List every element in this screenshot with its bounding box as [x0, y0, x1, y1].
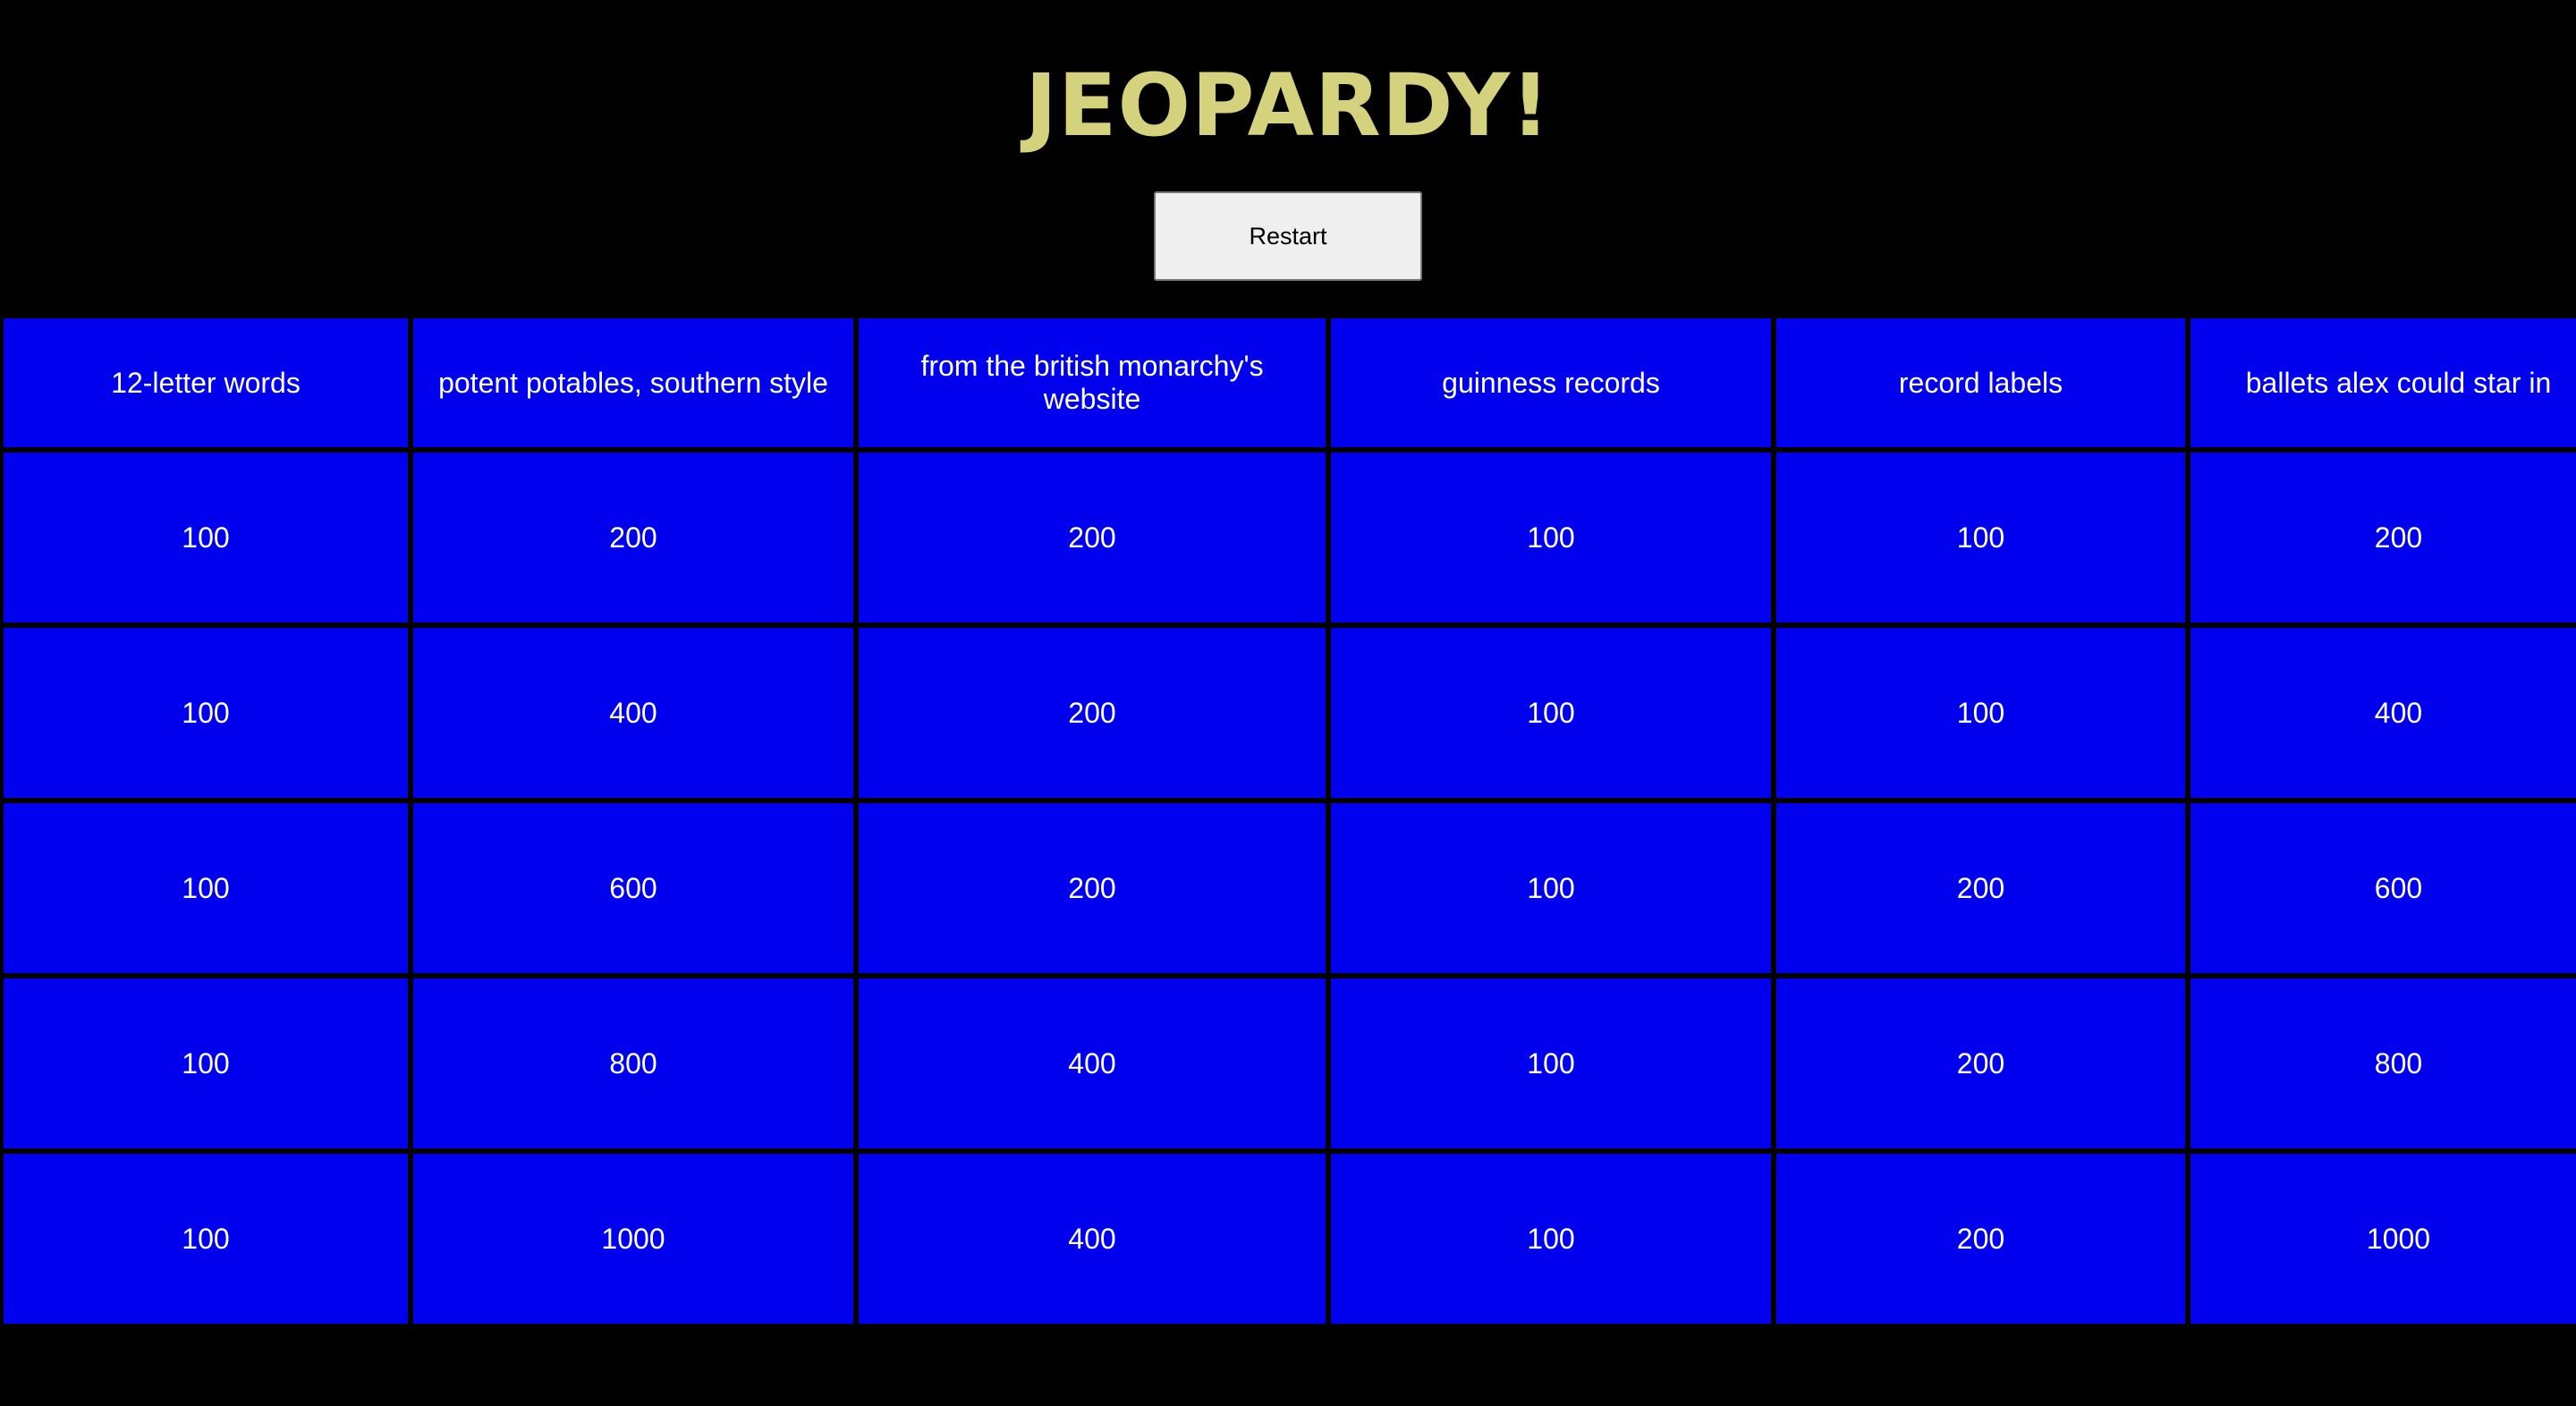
clue-cell[interactable]: 200: [1776, 1154, 2185, 1324]
category-header: 12-letter words: [4, 318, 408, 447]
clue-cell[interactable]: 100: [4, 628, 408, 798]
clue-cell[interactable]: 400: [859, 1154, 1326, 1324]
category-header: potent potables, southern style: [413, 318, 853, 447]
clue-cell[interactable]: 800: [2190, 978, 2576, 1148]
clue-cell[interactable]: 100: [1331, 628, 1771, 798]
clue-cell[interactable]: 400: [413, 628, 853, 798]
clue-cell[interactable]: 200: [413, 453, 853, 623]
clue-cell[interactable]: 100: [1331, 453, 1771, 623]
restart-button[interactable]: Restart: [1154, 191, 1422, 281]
clue-cell[interactable]: 800: [413, 978, 853, 1148]
clue-cell[interactable]: 100: [1331, 1154, 1771, 1324]
clue-cell[interactable]: 200: [1776, 978, 2185, 1148]
category-header: record labels: [1776, 318, 2185, 447]
clue-cell[interactable]: 200: [859, 628, 1326, 798]
clue-cell[interactable]: 400: [2190, 628, 2576, 798]
game-board: 12-letter words potent potables, souther…: [0, 318, 2576, 1324]
clue-cell[interactable]: 100: [1776, 453, 2185, 623]
clue-cell[interactable]: 200: [1776, 803, 2185, 973]
clue-cell[interactable]: 1000: [413, 1154, 853, 1324]
clue-cell[interactable]: 100: [4, 453, 408, 623]
clue-cell[interactable]: 1000: [2190, 1154, 2576, 1324]
clue-cell[interactable]: 200: [2190, 453, 2576, 623]
game-title: JEOPARDY!: [1025, 55, 1551, 156]
clue-cell[interactable]: 100: [1331, 803, 1771, 973]
clue-cell[interactable]: 200: [859, 803, 1326, 973]
category-header: ballets alex could star in: [2190, 318, 2576, 447]
clue-cell[interactable]: 400: [859, 978, 1326, 1148]
clue-cell[interactable]: 200: [859, 453, 1326, 623]
clue-cell[interactable]: 100: [1331, 978, 1771, 1148]
clue-cell[interactable]: 100: [1776, 628, 2185, 798]
clue-cell[interactable]: 600: [413, 803, 853, 973]
clue-cell[interactable]: 100: [4, 978, 408, 1148]
category-header: from the british monarchy's website: [859, 318, 1326, 447]
category-header: guinness records: [1331, 318, 1771, 447]
clue-cell[interactable]: 100: [4, 1154, 408, 1324]
clue-cell[interactable]: 600: [2190, 803, 2576, 973]
clue-cell[interactable]: 100: [4, 803, 408, 973]
